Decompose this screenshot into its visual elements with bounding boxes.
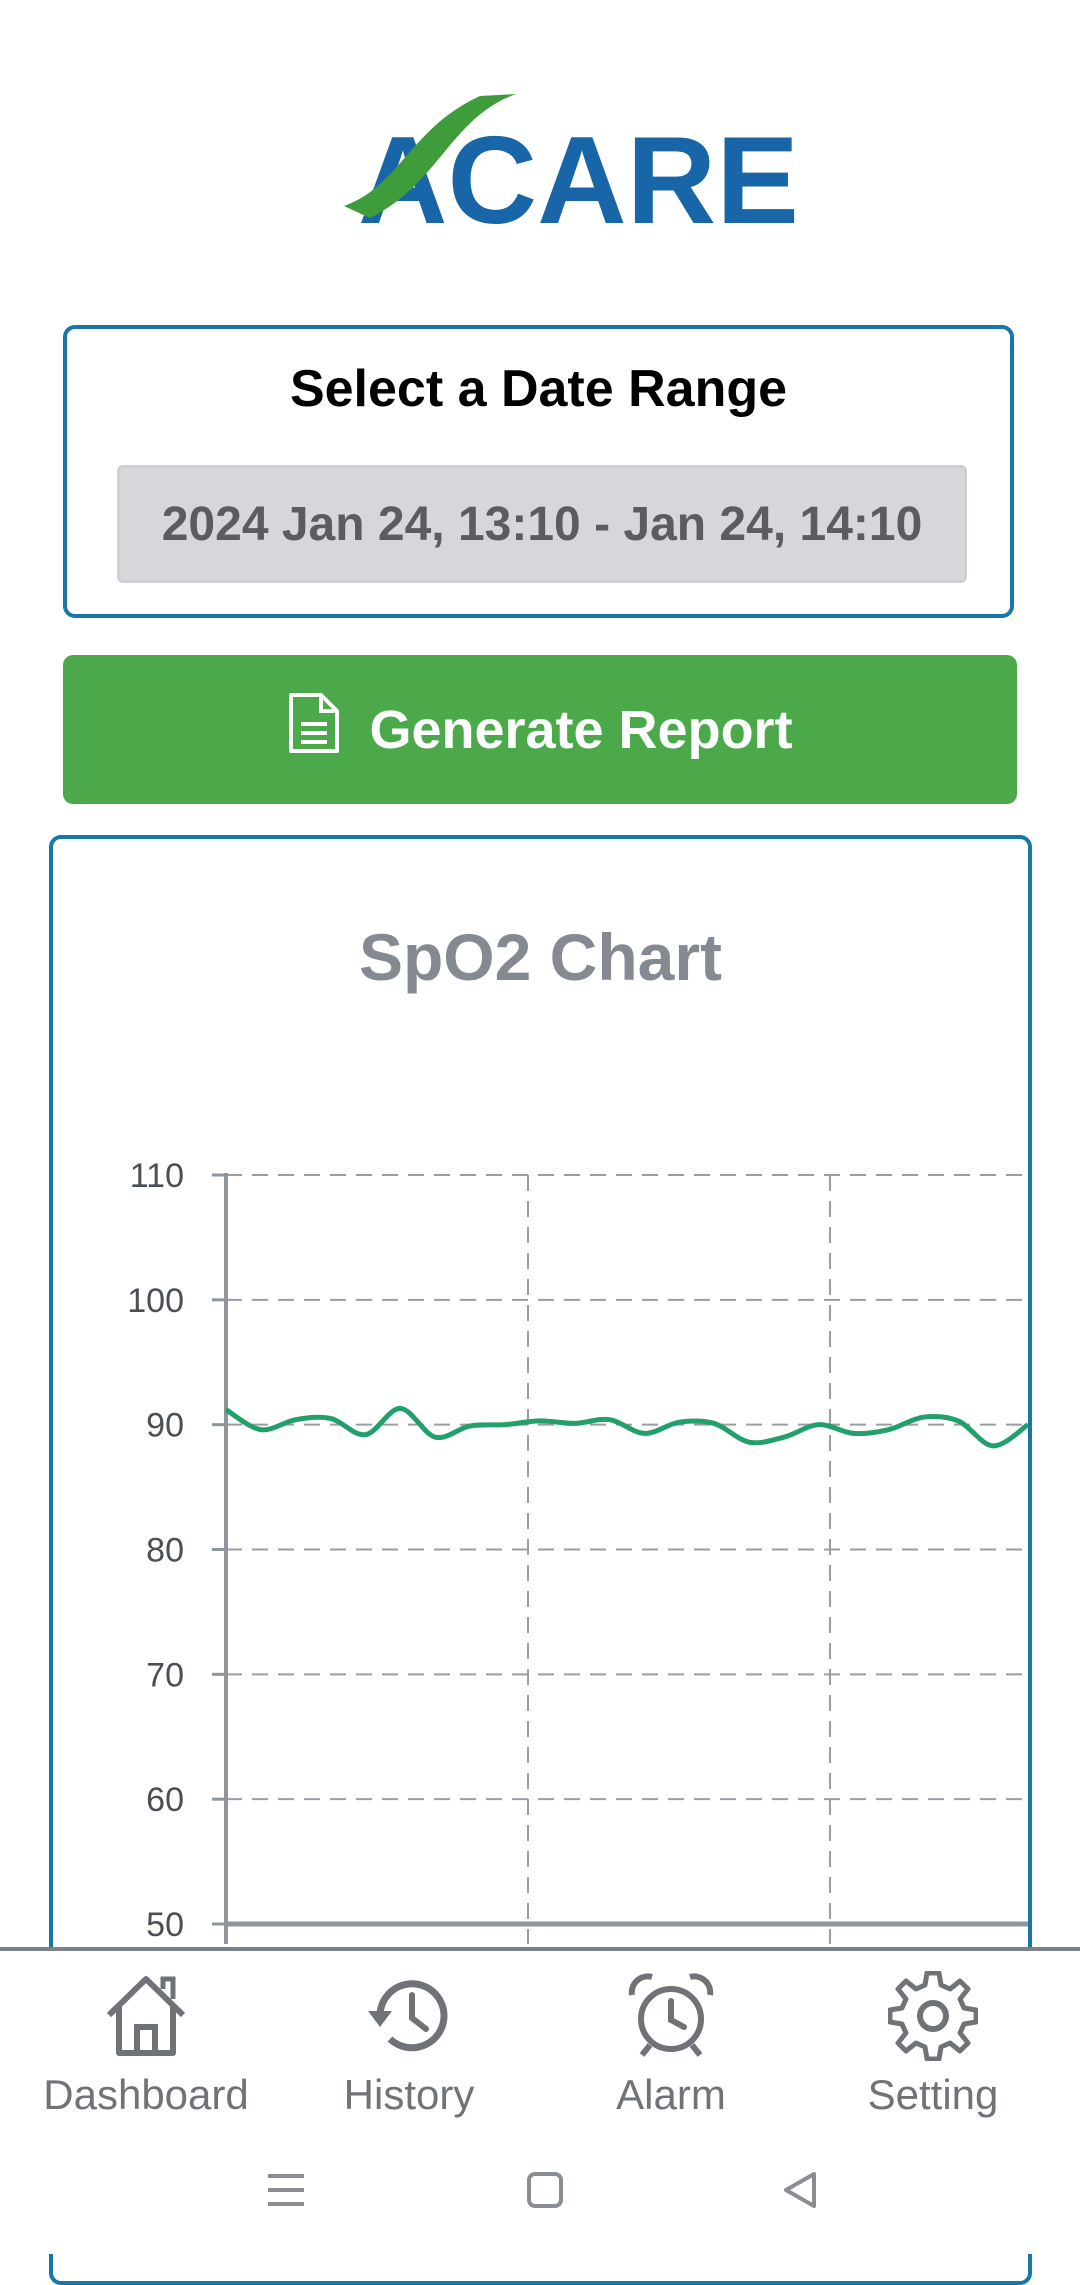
- home-icon: [106, 1976, 186, 2056]
- nav-dashboard-label: Dashboard: [43, 2071, 249, 2118]
- y-tick-label: 60: [146, 1781, 184, 1819]
- nav-setting[interactable]: Setting: [813, 1971, 1053, 2119]
- nav-setting-label: Setting: [867, 2071, 999, 2118]
- nav-alarm[interactable]: Alarm: [551, 1971, 791, 2119]
- nav-dashboard[interactable]: Dashboard: [26, 1971, 266, 2119]
- y-tick-label: 50: [146, 1906, 184, 1944]
- y-tick-label: 80: [146, 1532, 184, 1570]
- nav-history[interactable]: History: [289, 1971, 529, 2119]
- y-tick-label: 90: [146, 1407, 184, 1445]
- spo2-series-line: [224, 1405, 1030, 1449]
- nav-history-label: History: [343, 2071, 475, 2118]
- alarm-clock-icon: [628, 1973, 714, 2057]
- gear-icon: [888, 1971, 978, 2061]
- spo2-line-chart: 110 100 90 80 70 60 50: [127, 1157, 1030, 1944]
- y-tick-label: 100: [127, 1282, 184, 1320]
- back-icon[interactable]: [780, 2170, 820, 2215]
- y-tick-label: 110: [130, 1157, 184, 1195]
- menu-icon[interactable]: [266, 2170, 306, 2215]
- nav-alarm-label: Alarm: [616, 2071, 726, 2118]
- y-tick-label: 70: [146, 1656, 184, 1694]
- history-icon: [368, 1980, 448, 2052]
- home-square-icon[interactable]: [525, 2170, 565, 2215]
